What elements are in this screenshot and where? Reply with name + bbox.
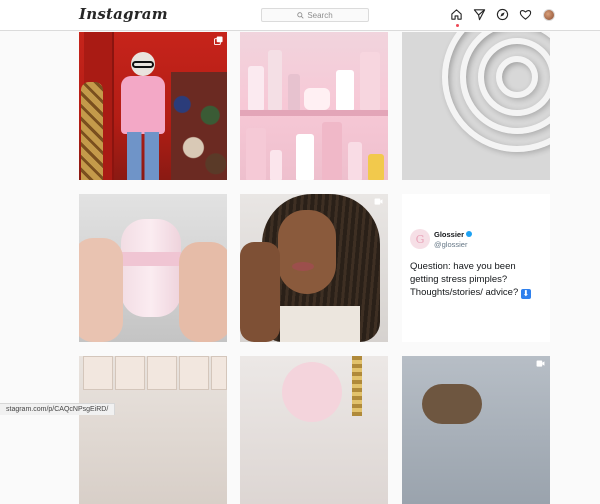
tweet-avatar: G	[410, 229, 430, 249]
top-navigation-bar: Instagram Search	[0, 0, 600, 31]
post-tile[interactable]	[240, 356, 388, 504]
post-tile[interactable]	[79, 356, 227, 504]
tweet-text: Question: have you been getting stress p…	[410, 261, 519, 298]
down-arrow-emoji: ⬇	[520, 289, 531, 299]
explore-icon[interactable]	[496, 8, 509, 21]
nav-icons	[450, 8, 555, 21]
video-icon	[536, 360, 545, 367]
post-tile[interactable]: G Glossier @glossier Question: have you …	[402, 194, 550, 342]
profile-avatar[interactable]	[542, 8, 555, 21]
avatar	[542, 8, 555, 21]
home-icon[interactable]	[450, 8, 463, 21]
search-input[interactable]: Search	[261, 8, 369, 22]
instagram-logo[interactable]: Instagram	[79, 5, 168, 23]
post-tile[interactable]	[402, 356, 550, 504]
direct-icon[interactable]	[473, 8, 486, 21]
post-tile[interactable]	[402, 32, 550, 180]
search-placeholder: Search	[307, 10, 333, 20]
status-bar-url: stagram.com/p/CAQcNPsgEiRD/	[0, 403, 116, 415]
post-tile[interactable]	[240, 32, 388, 180]
tweet-handle: @glossier	[434, 240, 468, 249]
activity-heart-icon[interactable]	[519, 8, 532, 21]
post-tile[interactable]	[240, 194, 388, 342]
verified-badge-icon	[466, 231, 473, 237]
post-tile[interactable]	[79, 32, 227, 180]
search-icon	[297, 11, 304, 19]
carousel-icon	[214, 36, 223, 45]
post-tile[interactable]	[79, 194, 227, 342]
tweet-account-name: Glossier	[434, 230, 465, 239]
video-icon	[374, 198, 383, 205]
notification-dot	[456, 24, 459, 27]
